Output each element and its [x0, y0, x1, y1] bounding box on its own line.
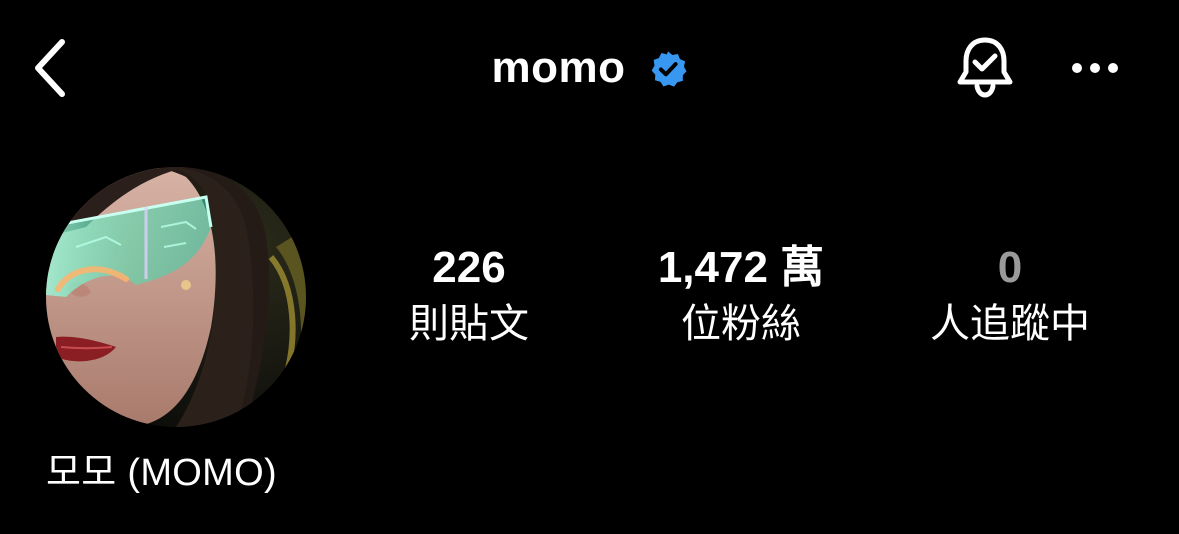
- followers-count: 1,472 萬: [657, 243, 825, 292]
- display-name: 모모 (MOMO): [46, 452, 277, 494]
- profile-photo: [46, 167, 306, 427]
- posts-stat[interactable]: 226 則貼文: [360, 240, 578, 350]
- profile-header: momo: [0, 0, 1179, 140]
- bell-check-icon: [957, 37, 1013, 98]
- verified-badge-icon: [648, 49, 688, 89]
- following-count: 0: [997, 243, 1023, 292]
- avatar[interactable]: [46, 167, 306, 427]
- followers-label: 位粉絲: [681, 302, 801, 346]
- posts-label: 則貼文: [409, 302, 529, 346]
- followers-stat[interactable]: 1,472 萬 位粉絲: [626, 240, 856, 350]
- ellipsis-icon: [1072, 63, 1118, 73]
- more-options-button[interactable]: [1060, 40, 1130, 96]
- following-label: 人追蹤中: [930, 302, 1090, 346]
- notifications-button[interactable]: [948, 30, 1022, 104]
- posts-count: 226: [432, 243, 506, 292]
- following-stat[interactable]: 0 人追蹤中: [900, 240, 1120, 350]
- username-title: momo: [491, 43, 626, 92]
- profile-stats: 226 則貼文 1,472 萬 位粉絲 0 人追蹤中: [360, 240, 1150, 360]
